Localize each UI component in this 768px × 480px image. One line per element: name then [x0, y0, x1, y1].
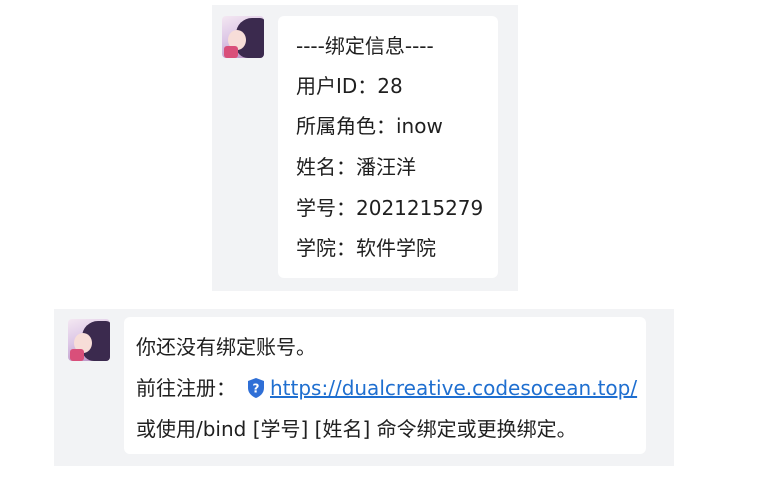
name-line: 姓名：潘汪洋	[296, 155, 416, 179]
message-row-not-bound: 你还没有绑定账号。 前往注册：? https://dualcreative.cod…	[54, 309, 674, 466]
role-line: 所属角色：inow	[296, 114, 443, 138]
message-row-binding-info: ----绑定信息---- 用户ID：28 所属角色：inow 姓名：潘汪洋 学号…	[212, 5, 518, 291]
svg-text:?: ?	[253, 382, 260, 396]
user-id-line: 用户ID：28	[296, 74, 403, 98]
bind-command-hint: 或使用/bind [学号] [姓名] 命令绑定或更换绑定。	[136, 417, 577, 441]
college-line: 学院：软件学院	[296, 236, 436, 260]
student-id-line: 学号：2021215279	[296, 196, 484, 220]
register-line: 前往注册：? https://dualcreative.codesocean.to…	[136, 376, 637, 400]
shield-question-icon: ?	[246, 377, 266, 399]
register-link[interactable]: https://dualcreative.codesocean.top/	[270, 376, 637, 400]
avatar[interactable]	[68, 319, 110, 361]
avatar[interactable]	[222, 16, 264, 58]
avatar-image-accent	[224, 46, 238, 58]
message-bubble[interactable]: 你还没有绑定账号。 前往注册：? https://dualcreative.cod…	[124, 317, 646, 454]
binding-info-header: ----绑定信息----	[296, 34, 434, 58]
register-prefix: 前往注册：	[136, 376, 236, 400]
message-bubble[interactable]: ----绑定信息---- 用户ID：28 所属角色：inow 姓名：潘汪洋 学号…	[278, 16, 498, 278]
not-bound-text: 你还没有绑定账号。	[136, 335, 316, 359]
avatar-image-accent	[70, 349, 84, 361]
